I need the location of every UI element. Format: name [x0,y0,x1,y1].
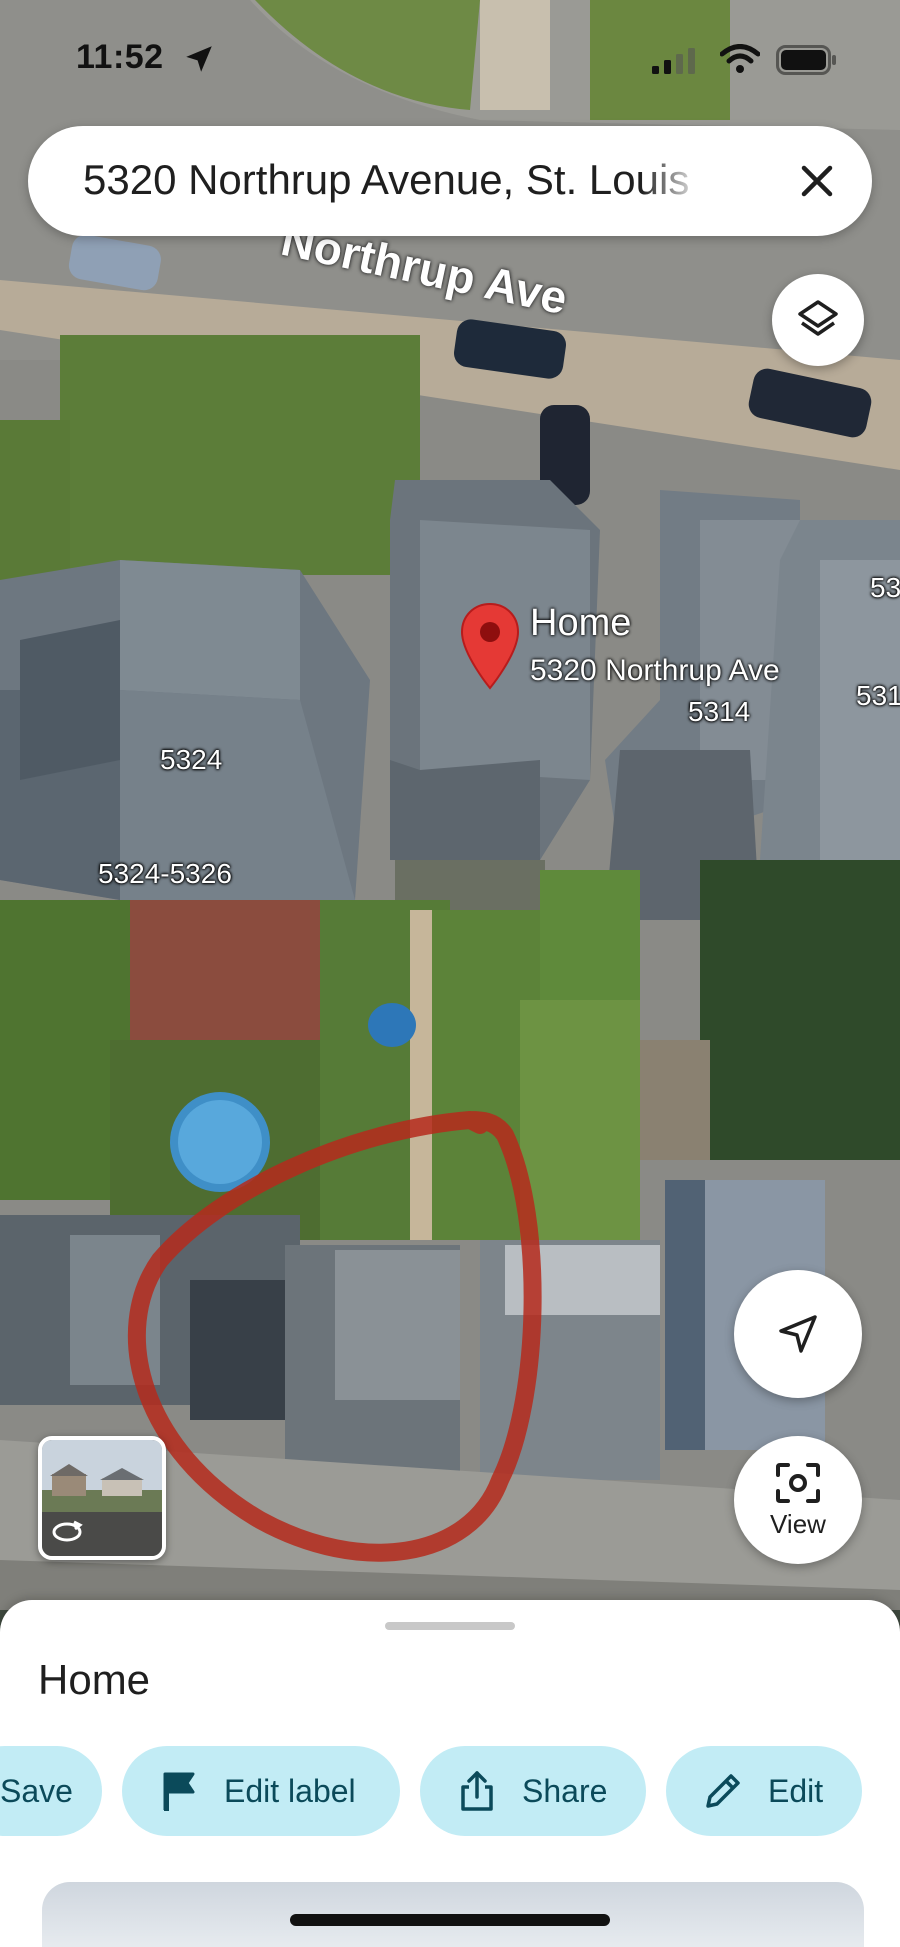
status-time: 11:52 [76,38,164,76]
search-input[interactable]: 5320 Northrup Avenue, St. Louis [83,156,703,206]
cellular-signal-icon [652,48,695,74]
edit-button[interactable]: Edit [666,1746,862,1836]
share-button[interactable]: Share [420,1746,646,1836]
parcel-label: 53 [870,572,900,603]
home-indicator[interactable] [290,1914,610,1926]
location-arrow-icon [186,46,212,72]
parcel-label: 5314 [688,696,751,727]
parcel-label: 5324-5326 [98,858,232,889]
place-title: Home [38,1656,151,1703]
save-button-label: Save [0,1772,73,1809]
street-view-button[interactable]: View [734,1436,862,1564]
search-bar[interactable]: 5320 Northrup Avenue, St. Louis [28,126,872,236]
edit-button-label: Edit [768,1772,824,1809]
layers-icon [798,300,838,336]
navigation-arrow-icon [779,1315,817,1353]
layers-button[interactable] [772,274,864,366]
share-button-label: Share [522,1772,608,1809]
share-icon [454,1768,500,1814]
rotate-360-icon [52,1520,83,1542]
place-bottom-sheet[interactable]: Home Save Edit label Share Edit [0,1600,900,1947]
map-pin-icon[interactable] [458,602,522,690]
my-location-button[interactable] [734,1270,862,1398]
parcel-label: 531 [856,680,900,711]
home-marker-label[interactable]: Home [530,602,631,645]
home-marker-address: 5320 Northrup Ave [530,654,780,687]
app-root: Northrup Ave 5324 5324-5326 5314 53 531 … [0,0,900,1947]
pencil-icon [700,1768,746,1814]
parcel-label: 5324 [160,744,223,775]
edit-label-button[interactable]: Edit label [122,1746,400,1836]
drag-handle[interactable] [385,1622,515,1630]
save-button[interactable]: Save [0,1746,102,1836]
flag-icon [156,1768,202,1814]
close-icon[interactable] [792,156,842,206]
view-button-label: View [770,1508,826,1539]
wifi-icon [720,44,760,73]
street-view-thumbnail[interactable] [38,1436,166,1560]
edit-label-button-label: Edit label [224,1772,356,1809]
camera-view-icon [776,1462,820,1503]
battery-icon [776,45,836,75]
